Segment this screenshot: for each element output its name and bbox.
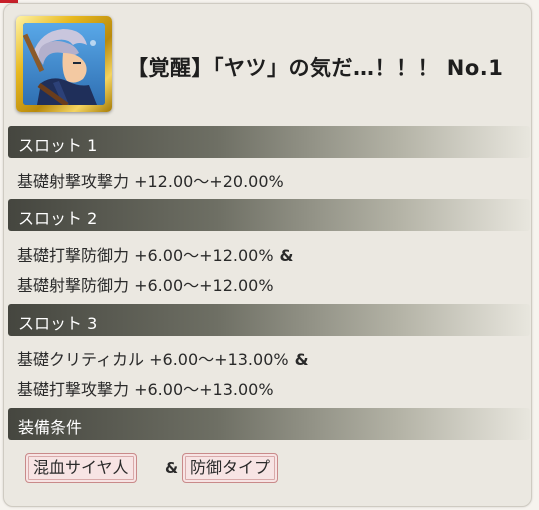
item-detail-card: 【覚醒】「ヤツ」の気だ…！！！ No.1 スロット 1 基礎射撃攻撃力 +12.… xyxy=(3,3,532,507)
character-portrait-icon xyxy=(23,23,105,105)
requirements-label: 装備条件 xyxy=(18,418,83,437)
item-title: 【覚醒】「ヤツ」の気だ…！！！ No.1 xyxy=(127,56,504,80)
effect-text: 基礎打撃攻撃力 +6.00〜+13.00% xyxy=(17,380,274,399)
item-header: 【覚醒】「ヤツ」の気だ…！！！ No.1 xyxy=(4,4,531,122)
slot-2-effect-2: 基礎射撃防御力 +6.00〜+12.00% xyxy=(17,272,274,296)
conjunction: & xyxy=(279,246,294,265)
slot-3-effect-2: 基礎打撃攻撃力 +6.00〜+13.00% xyxy=(17,376,274,400)
requirement-tag-type: 防御タイプ xyxy=(182,453,279,483)
requirement-tag-race: 混血サイヤ人 xyxy=(25,453,137,483)
slot-2-label: スロット 2 xyxy=(18,209,98,228)
effect-text: 基礎打撃防御力 +6.00〜+12.00% xyxy=(17,246,274,265)
slot-1-header: スロット 1 xyxy=(8,126,530,158)
effect-text: 基礎射撃攻撃力 +12.00〜+20.00% xyxy=(17,172,284,191)
slot-2-effect-1: 基礎打撃防御力 +6.00〜+12.00% & xyxy=(17,242,294,266)
item-icon-frame xyxy=(16,16,112,112)
requirements-header: 装備条件 xyxy=(8,408,530,440)
slot-3-label: スロット 3 xyxy=(18,314,98,333)
slot-3-header: スロット 3 xyxy=(8,304,530,336)
effect-text: 基礎射撃防御力 +6.00〜+12.00% xyxy=(17,276,274,295)
slot-1-label: スロット 1 xyxy=(18,136,98,155)
conjunction: & xyxy=(294,350,309,369)
slot-2-header: スロット 2 xyxy=(8,199,530,231)
effect-text: 基礎クリティカル +6.00〜+13.00% xyxy=(17,350,289,369)
slot-1-effect-1: 基礎射撃攻撃力 +12.00〜+20.00% xyxy=(17,168,284,192)
slot-3-effect-1: 基礎クリティカル +6.00〜+13.00% & xyxy=(17,346,309,370)
conjunction: & xyxy=(165,459,179,477)
